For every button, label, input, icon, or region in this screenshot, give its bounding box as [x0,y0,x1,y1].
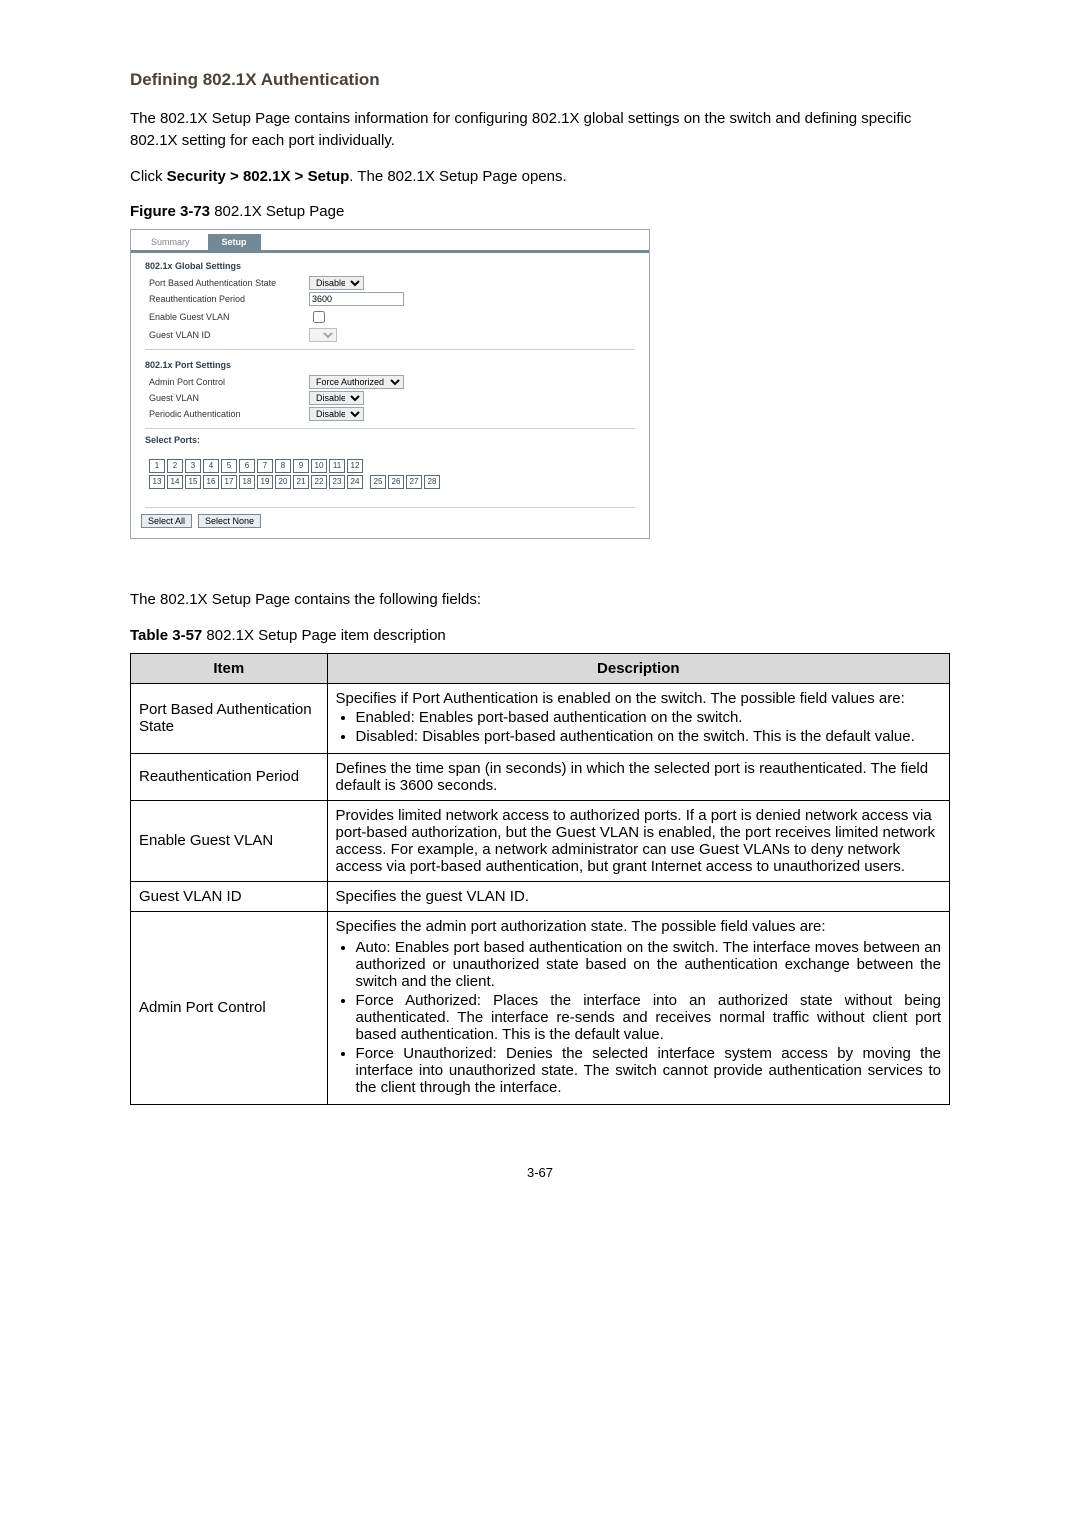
port-10[interactable]: 10 [311,459,327,473]
port-11[interactable]: 11 [329,459,345,473]
table-label: Table 3-57 802.1X Setup Page item descri… [130,625,950,647]
figure-label-bold: Figure 3-73 [130,203,210,220]
port-8[interactable]: 8 [275,459,291,473]
reauth-label: Reauthentication Period [145,294,309,304]
select-all-button[interactable]: Select All [141,514,192,528]
global-settings-group: 802.1x Global Settings Port Based Authen… [131,253,649,347]
description-cell: Specifies the admin port authorization s… [327,911,949,1104]
description-cell: Defines the time span (in seconds) in wh… [327,753,949,800]
port-6[interactable]: 6 [239,459,255,473]
description-cell: Specifies the guest VLAN ID. [327,881,949,911]
tab-summary[interactable]: Summary [137,234,204,250]
intro-paragraph: The 802.1X Setup Page contains informati… [130,108,950,152]
port-19[interactable]: 19 [257,475,273,489]
description-cell: Specifies if Port Authentication is enab… [327,683,949,753]
divider [145,507,635,508]
reauth-input[interactable] [309,292,404,306]
pbas-select[interactable]: Disabled [309,276,364,290]
port-9[interactable]: 9 [293,459,309,473]
screenshot-buttons: Select All Select None [131,510,649,538]
port-23[interactable]: 23 [329,475,345,489]
item-cell: Admin Port Control [131,911,328,1104]
description-table: Item Description Port Based Authenticati… [130,653,950,1105]
table-row: Reauthentication PeriodDefines the time … [131,753,950,800]
screenshot: Summary Setup 802.1x Global Settings Por… [130,229,650,539]
guest-vlan-label: Guest VLAN [145,393,309,403]
nav-suffix: . The 802.1X Setup Page opens. [349,168,566,185]
bullet: Disabled: Disables port-based authentica… [356,728,941,745]
port-1[interactable]: 1 [149,459,165,473]
figure-label-text: 802.1X Setup Page [210,203,344,220]
port-16[interactable]: 16 [203,475,219,489]
periodic-label: Periodic Authentication [145,409,309,419]
item-cell: Guest VLAN ID [131,881,328,911]
port-28[interactable]: 28 [424,475,440,489]
port-4[interactable]: 4 [203,459,219,473]
port-26[interactable]: 26 [388,475,404,489]
page-number: 3-67 [130,1165,950,1180]
port-settings-title: 802.1x Port Settings [145,360,635,370]
table-row: Enable Guest VLANProvides limited networ… [131,800,950,881]
select-none-button[interactable]: Select None [198,514,261,528]
port-18[interactable]: 18 [239,475,255,489]
table-row: Guest VLAN IDSpecifies the guest VLAN ID… [131,881,950,911]
port-settings-group: 802.1x Port Settings Admin Port Control … [131,352,649,426]
select-ports-label: Select Ports: [145,435,635,445]
port-15[interactable]: 15 [185,475,201,489]
guest-id-label: Guest VLAN ID [145,330,309,340]
guest-id-select[interactable] [309,328,337,342]
nav-prefix: Click [130,168,167,185]
port-21[interactable]: 21 [293,475,309,489]
port-7[interactable]: 7 [257,459,273,473]
port-13[interactable]: 13 [149,475,165,489]
guest-vlan-select[interactable]: Disabled [309,391,364,405]
port-20[interactable]: 20 [275,475,291,489]
ports-row-bottom: 131415161718192021222324 25262728 [149,475,440,489]
description-cell: Provides limited network access to autho… [327,800,949,881]
ports-row-top: 123456789101112 [149,459,440,473]
port-17[interactable]: 17 [221,475,237,489]
bullet: Force Unauthorized: Denies the selected … [356,1045,941,1096]
port-22[interactable]: 22 [311,475,327,489]
table-row: Port Based Authentication StateSpecifies… [131,683,950,753]
item-cell: Enable Guest VLAN [131,800,328,881]
item-cell: Port Based Authentication State [131,683,328,753]
guest-enable-label: Enable Guest VLAN [145,312,309,322]
port-2[interactable]: 2 [167,459,183,473]
port-3[interactable]: 3 [185,459,201,473]
port-5[interactable]: 5 [221,459,237,473]
table-row: Admin Port ControlSpecifies the admin po… [131,911,950,1104]
bullet: Enabled: Enables port-based authenticati… [356,709,941,726]
item-cell: Reauthentication Period [131,753,328,800]
port-14[interactable]: 14 [167,475,183,489]
section-heading: Defining 802.1X Authentication [130,70,950,90]
nav-sentence: Click Security > 802.1X > Setup. The 802… [130,166,950,188]
screenshot-container: Summary Setup 802.1x Global Settings Por… [130,229,650,539]
divider [145,428,635,429]
port-27[interactable]: 27 [406,475,422,489]
tab-bar: Summary Setup [131,230,649,253]
select-ports-block: Select Ports: 123456789101112 1314151617… [131,431,649,505]
global-settings-title: 802.1x Global Settings [145,261,635,271]
divider [145,349,635,350]
bullet: Auto: Enables port based authentication … [356,939,941,990]
pbas-label: Port Based Authentication State [145,278,309,288]
guest-enable-checkbox[interactable] [313,311,325,323]
port-25[interactable]: 25 [370,475,386,489]
nav-bold: Security > 802.1X > Setup [167,168,350,185]
periodic-select[interactable]: Disabled [309,407,364,421]
bullet: Force Authorized: Places the interface i… [356,992,941,1043]
table-label-text: 802.1X Setup Page item description [202,627,446,644]
th-item: Item [131,653,328,683]
tab-setup[interactable]: Setup [208,234,261,250]
port-24[interactable]: 24 [347,475,363,489]
admin-port-select[interactable]: Force Authorized [309,375,404,389]
ports-grid: 123456789101112 131415161718192021222324… [149,459,440,489]
table-label-bold: Table 3-57 [130,627,202,644]
th-description: Description [327,653,949,683]
figure-label: Figure 3-73 802.1X Setup Page [130,201,950,223]
admin-port-label: Admin Port Control [145,377,309,387]
fields-intro: The 802.1X Setup Page contains the follo… [130,589,950,611]
port-12[interactable]: 12 [347,459,363,473]
